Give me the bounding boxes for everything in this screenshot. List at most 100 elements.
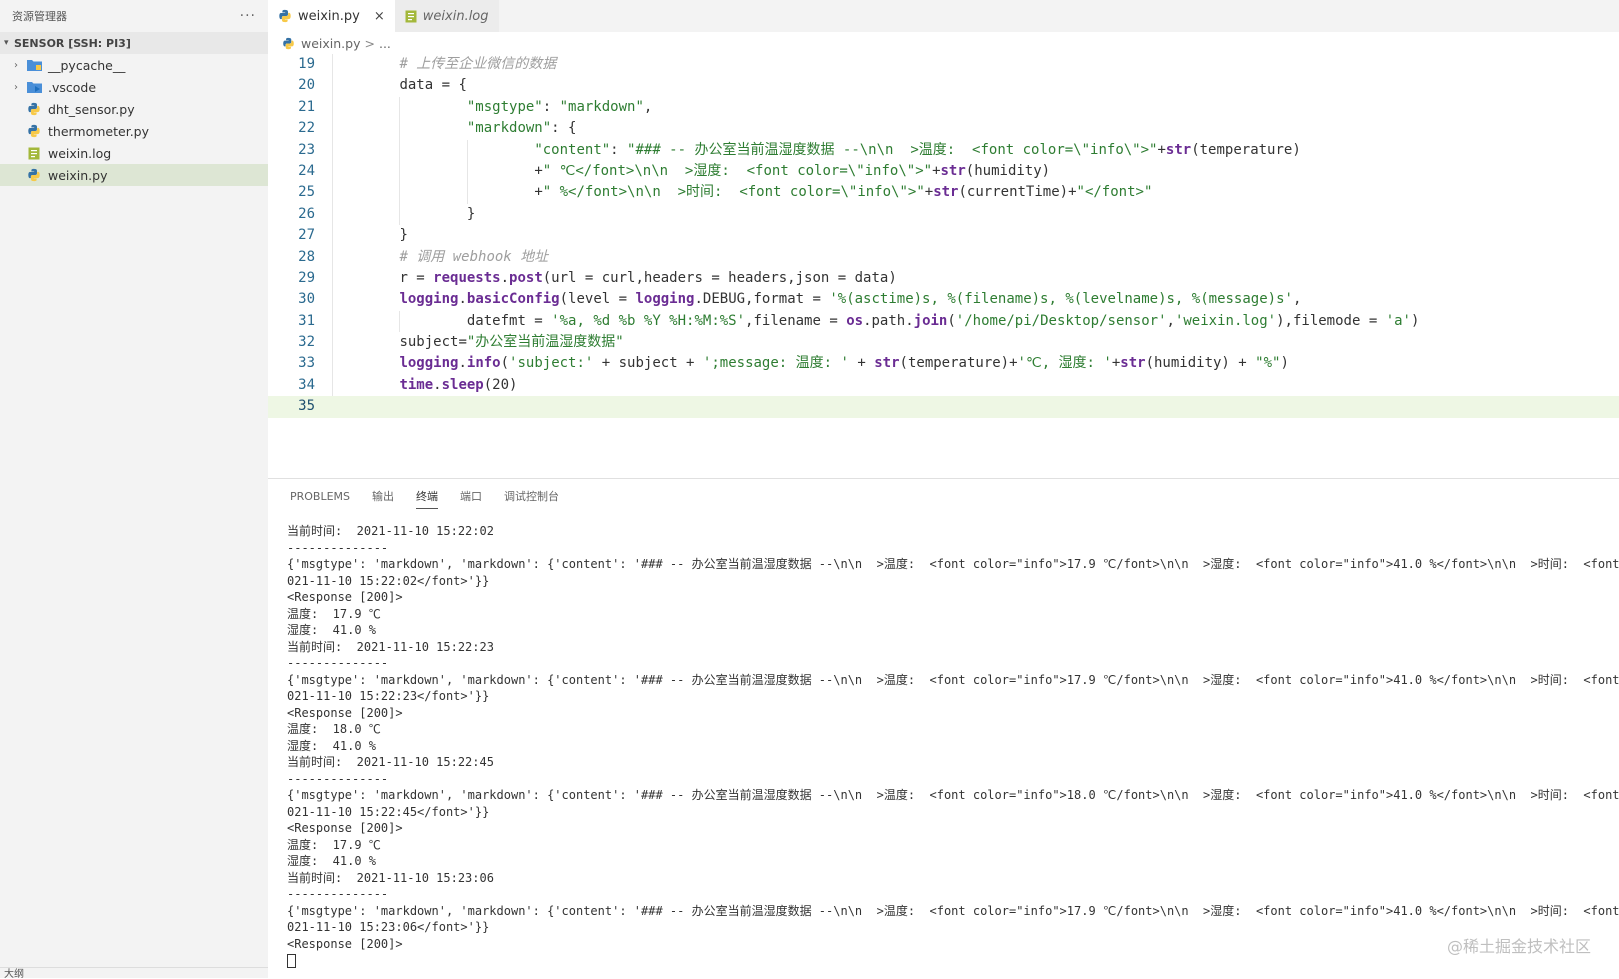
terminal-line: 021-11-10 15:22:23</font>'}} (287, 689, 490, 703)
terminal-output[interactable]: 当前时间: 2021-11-10 15:22:02 -------------- {… (287, 523, 1619, 969)
code-line[interactable]: 25 +" %</font>\n\n >时间: <font color=\"inf… (268, 182, 1619, 204)
code-line[interactable]: 32 subject="办公室当前温湿度数据" (268, 332, 1619, 354)
panel-tab[interactable]: 调试控制台 (504, 479, 559, 513)
breadcrumb-file[interactable]: weixin.py (301, 36, 361, 51)
folder-icon (26, 58, 42, 72)
code-text: # 上传至企业微信的数据 (399, 56, 557, 72)
breadcrumb-symbol[interactable]: ... (379, 36, 391, 51)
explorer-title: 资源管理器 (12, 10, 67, 23)
code-line[interactable]: 24 +" ℃</font>\n\n >湿度: <font color=\"inf… (268, 160, 1619, 183)
panel-tab[interactable]: PROBLEMS (290, 479, 350, 513)
code-line[interactable]: 19 # 上传至企业微信的数据 (268, 54, 1619, 76)
code-text: } (399, 227, 408, 244)
line-number: 19 (298, 56, 315, 72)
terminal-line: 温度: 18.0 ℃ (287, 722, 381, 736)
terminal-line: {'msgtype': 'markdown', 'markdown': {'co… (287, 788, 1619, 802)
editor-tabs: weixin.py × weixin.log (268, 0, 1619, 32)
code-line[interactable]: 27} (268, 225, 1619, 247)
terminal-line: <Response [200]> (287, 821, 403, 835)
tree-item-label: weixin.py (48, 167, 108, 183)
indent-guide (332, 75, 333, 97)
line-number: 23 (298, 141, 315, 158)
code-line[interactable]: 34 time.sleep(20) (268, 374, 1619, 397)
code-text: r = requests.post(url = curl,headers = h… (399, 269, 897, 286)
code-text: "content": "### -- 办公室当前温湿度数据 --\n\n >温度… (534, 141, 1301, 158)
tree-item[interactable]: › .vscode (0, 76, 268, 98)
tree-item-label: .vscode (48, 79, 97, 95)
indent-guide (399, 139, 401, 161)
more-actions-icon[interactable]: ··· (240, 8, 256, 24)
code-line[interactable]: 22 "markdown": { (268, 118, 1619, 140)
python-file-icon (26, 168, 42, 182)
indent-guide (332, 182, 333, 204)
indent-guide (466, 182, 468, 204)
code-line[interactable]: 26} (268, 203, 1619, 226)
line-number: 21 (298, 98, 315, 115)
workspace-section-header[interactable]: ▾ SENSOR [SSH: PI3] (0, 32, 268, 54)
code-line[interactable]: 29 r = requests.post(url = curl,headers =… (268, 267, 1619, 290)
line-number: 30 (298, 291, 315, 308)
chevron-right-icon: › (14, 81, 18, 93)
panel-tab[interactable]: 输出 (372, 479, 394, 513)
tree-item[interactable]: ›weixin.log (0, 142, 268, 164)
terminal-line: <Response [200]> (287, 590, 403, 604)
code-text: subject="办公室当前温湿度数据" (399, 334, 624, 351)
terminal-line: -------------- (287, 771, 389, 786)
terminal-line: 温度: 17.9 ℃ (287, 837, 381, 852)
code-text: "markdown": { (466, 120, 577, 137)
indent-guide (399, 118, 401, 140)
terminal-line: <Response [200]> (287, 705, 403, 720)
terminal-line: -------------- (287, 887, 389, 901)
breadcrumb-separator: > (364, 35, 375, 51)
watermark: @稀土掘金技术社区 (1446, 937, 1591, 956)
indent-guide (399, 310, 401, 333)
code-line[interactable]: 31 datefmt = '%a, %d %b %Y %H:%M:%S',file… (268, 310, 1619, 333)
log-file-icon (26, 146, 42, 160)
indent-guide (332, 353, 333, 375)
indent-guide (332, 54, 333, 76)
python-file-icon (26, 102, 42, 116)
line-number: 31 (298, 312, 315, 329)
code-text: logging.basicConfig(level = logging.DEBU… (399, 291, 1302, 308)
outline-section-header[interactable]: 大纲 (0, 967, 272, 978)
panel-tabs: PROBLEMS 输出 终端 端口 调试控制台 (268, 479, 1619, 513)
line-number: 34 (298, 376, 315, 393)
line-number: 25 (298, 184, 315, 201)
indent-guide (332, 332, 333, 354)
tree-item[interactable]: ›dht_sensor.py (0, 98, 268, 120)
terminal-line: <Response [200]> (287, 936, 403, 951)
terminal-prompt[interactable] (287, 952, 1619, 969)
indent-guide (332, 118, 333, 140)
code-editor[interactable]: 19 # 上传至企业微信的数据 20 data = {21 "msgtype": "ma… (268, 54, 1619, 418)
close-icon[interactable]: × (374, 9, 385, 24)
code-line[interactable]: 30 logging.basicConfig(level = logging.DE… (268, 289, 1619, 311)
indent-guide (466, 160, 468, 183)
terminal-line: 湿度: 41.0 % (287, 854, 377, 868)
code-text: } (466, 205, 476, 222)
editor-area: weixin.py × weixin.log weixin.py > ... 1… (268, 0, 1619, 478)
code-line[interactable]: 35 (268, 396, 1619, 418)
code-line[interactable]: 21 "msgtype": "markdown", (268, 96, 1619, 119)
terminal-line: 当前时间: 2021-11-10 15:22:45 (287, 755, 494, 769)
tab-weixin-py[interactable]: weixin.py × (268, 0, 395, 32)
tree-item[interactable]: › __pycache__ (0, 54, 268, 76)
panel-tab[interactable]: 终端 (416, 479, 439, 513)
tree-item[interactable]: ›weixin.py (0, 164, 268, 186)
indent-guide (332, 310, 333, 333)
terminal-line: 温度: 17.9 ℃ (287, 606, 381, 621)
panel-tab[interactable]: 端口 (460, 479, 482, 513)
tree-item[interactable]: ›thermometer.py (0, 120, 268, 142)
code-line[interactable]: 28 # 调用 webhook 地址 (268, 246, 1619, 268)
code-line[interactable]: 20 data = { (268, 75, 1619, 97)
terminal-line: 当前时间: 2021-11-10 15:22:02 (287, 524, 494, 538)
tab-weixin-log[interactable]: weixin.log (394, 0, 499, 32)
indent-guide (332, 160, 333, 183)
terminal-line: 021-11-10 15:22:45</font>'}} (287, 804, 490, 819)
code-text: data = { (399, 77, 467, 94)
code-line[interactable]: 23 "content": "### -- 办公室当前温湿度数据 --\n\n >… (268, 139, 1619, 161)
tab-label: weixin.py (298, 8, 360, 24)
line-number: 22 (298, 120, 315, 137)
chevron-right-icon: › (14, 59, 18, 71)
breadcrumb: weixin.py > ... (268, 32, 1619, 54)
code-line[interactable]: 33 logging.info('subject:' + subject + ';… (268, 353, 1619, 375)
